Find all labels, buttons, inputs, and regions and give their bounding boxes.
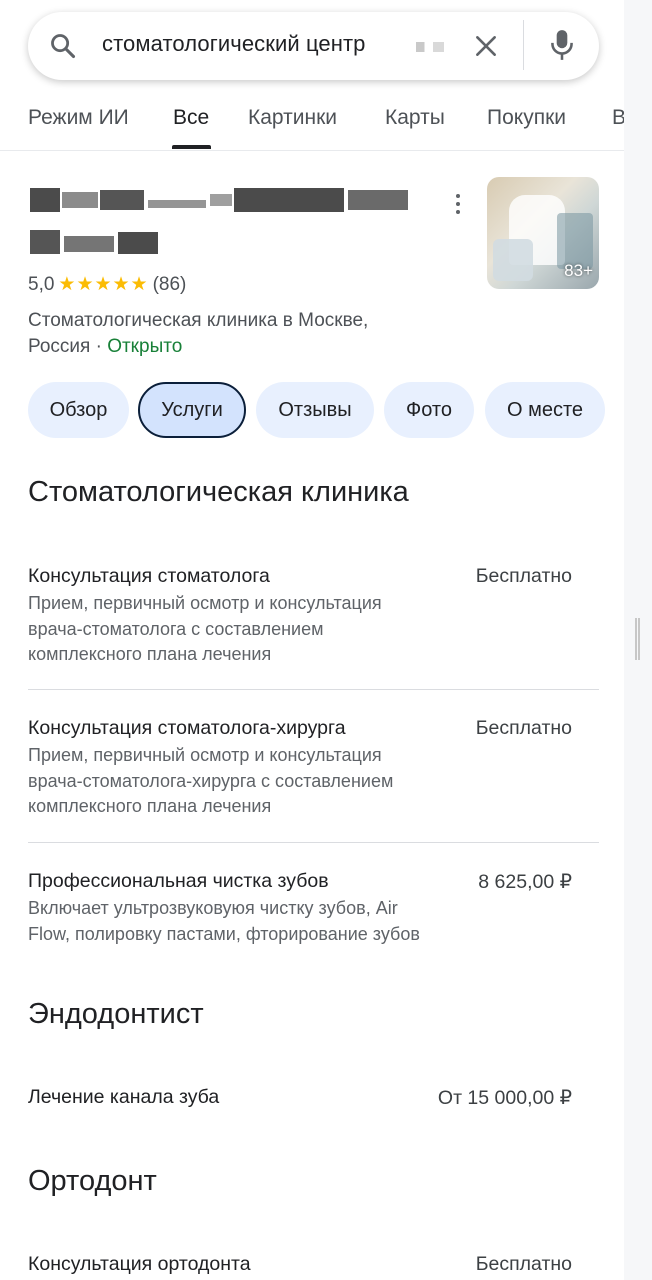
business-category: Стоматологическая клиника в Москве, [28, 310, 369, 331]
scrollbar-handle[interactable] [635, 618, 640, 660]
active-tab-indicator [172, 145, 211, 149]
open-status: Открыто [107, 336, 183, 357]
microphone-icon[interactable] [549, 28, 575, 62]
divider [28, 842, 599, 843]
service-price: Бесплатно [475, 717, 572, 739]
search-divider [523, 20, 524, 70]
tab-all[interactable]: Все [173, 106, 209, 130]
search-tabs: Режим ИИ Все Картинки Карты Покупки В [0, 100, 626, 152]
star-rating-icon: ★★★★★ [58, 274, 149, 295]
service-name: Консультация ортодонта [28, 1253, 251, 1275]
business-name-redacted [28, 180, 423, 260]
section-title: Ортодонт [28, 1165, 157, 1197]
search-input[interactable]: стоматологический центр [102, 31, 366, 57]
chip-reviews[interactable]: Отзывы [256, 382, 374, 438]
tabs-divider [0, 150, 624, 151]
rating-row: 5,0 ★★★★★ (86) [28, 273, 186, 296]
divider [28, 689, 599, 690]
close-icon[interactable] [473, 33, 499, 59]
service-description: Прием, первичный осмотр и консультация в… [28, 745, 394, 816]
service-name: Консультация стоматолога [28, 565, 270, 587]
photo-count: 83+ [564, 261, 593, 280]
service-description: Включает ультрозвуковуюя чистку зубов, A… [28, 898, 420, 944]
chip-about[interactable]: О месте [485, 382, 605, 438]
more-options-icon[interactable] [451, 194, 465, 218]
business-location: Россия · [28, 336, 108, 357]
tab-maps[interactable]: Карты [385, 106, 445, 130]
tab-ai-mode[interactable]: Режим ИИ [28, 106, 129, 130]
service-price: Бесплатно [475, 565, 572, 587]
search-query-redacted [416, 42, 444, 52]
section-title: Эндодонтист [28, 998, 204, 1030]
tab-images[interactable]: Картинки [248, 106, 337, 130]
search-icon[interactable] [49, 32, 77, 60]
service-description: Прием, первичный осмотр и консультация в… [28, 593, 382, 664]
service-price: От 15 000,00 ₽ [437, 1087, 572, 1109]
service-price: Бесплатно [475, 1253, 572, 1275]
chip-overview[interactable]: Обзор [28, 382, 129, 438]
service-name: Консультация стоматолога-хирурга [28, 717, 346, 739]
tab-shopping[interactable]: Покупки [487, 106, 566, 130]
service-price: 8 625,00 ₽ [478, 871, 572, 893]
service-name: Лечение канала зуба [28, 1086, 220, 1108]
business-status-line: Россия · Открыто [28, 336, 182, 358]
business-photo[interactable]: 83+ [487, 177, 599, 289]
chip-photos[interactable]: Фото [384, 382, 474, 438]
review-count[interactable]: (86) [153, 274, 187, 295]
rating-value: 5,0 [28, 274, 55, 295]
page: стоматологический центр Режим ИИ Все Кар… [0, 0, 626, 1280]
service-name: Профессиональная чистка зубов [28, 870, 329, 892]
chip-services[interactable]: Услуги [138, 382, 246, 438]
section-title: Стоматологическая клиника [28, 476, 409, 508]
